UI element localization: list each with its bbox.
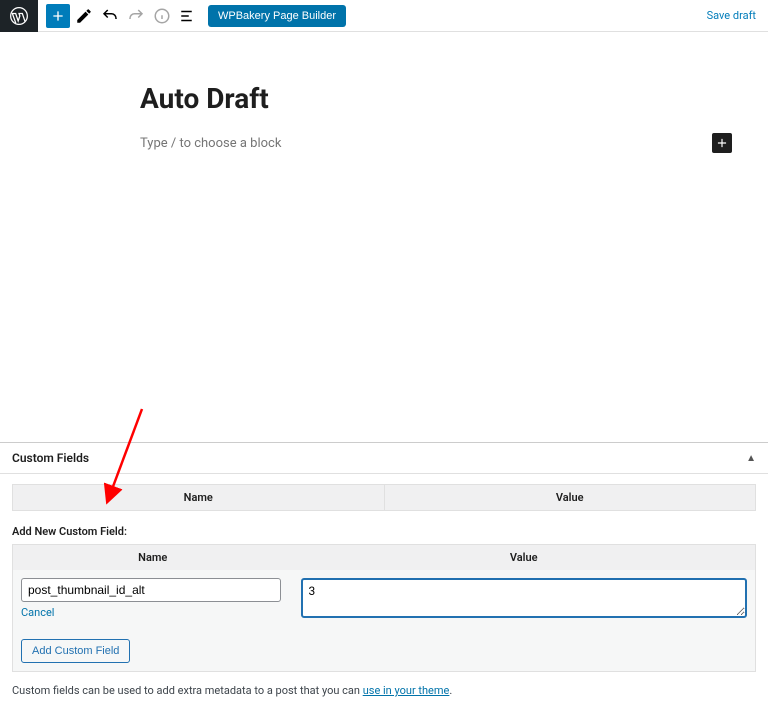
editor-toolbar: WPBakery Page Builder Save draft (0, 0, 768, 32)
custom-fields-footer-text: Custom fields can be used to add extra m… (12, 684, 756, 697)
custom-fields-title: Custom Fields (12, 451, 89, 465)
custom-fields-body: Name Value Add New Custom Field: Name Va… (0, 474, 768, 711)
wpbakery-button[interactable]: WPBakery Page Builder (208, 5, 346, 27)
add-custom-field-button[interactable]: Add Custom Field (21, 639, 130, 663)
add-col-header-name: Name (13, 545, 293, 571)
inline-add-block-button[interactable] (712, 133, 732, 153)
use-in-theme-link[interactable]: use in your theme (363, 684, 450, 697)
col-header-value: Value (384, 485, 756, 511)
cancel-link[interactable]: Cancel (21, 606, 54, 619)
existing-fields-table: Name Value (12, 484, 756, 511)
undo-button[interactable] (98, 4, 122, 28)
custom-field-value-input[interactable]: 3 (301, 578, 748, 618)
col-header-name: Name (13, 485, 385, 511)
outline-button[interactable] (176, 4, 200, 28)
edit-mode-button[interactable] (72, 4, 96, 28)
redo-button[interactable] (124, 4, 148, 28)
add-field-table: Name Value Cancel 3 Add (12, 544, 756, 672)
default-block-row: Type / to choose a block (140, 133, 740, 153)
wordpress-logo-icon[interactable] (0, 0, 38, 32)
custom-field-name-input[interactable] (21, 578, 281, 602)
editor-canvas: Auto Draft Type / to choose a block (0, 32, 768, 442)
save-draft-link[interactable]: Save draft (707, 9, 756, 22)
info-button[interactable] (150, 4, 174, 28)
add-block-button[interactable] (46, 4, 70, 28)
add-new-field-heading: Add New Custom Field: (12, 525, 756, 538)
custom-fields-header[interactable]: Custom Fields ▲ (0, 443, 768, 474)
post-title[interactable]: Auto Draft (140, 82, 740, 115)
panel-toggle-icon[interactable]: ▲ (746, 453, 756, 464)
block-placeholder-text[interactable]: Type / to choose a block (140, 136, 281, 151)
add-col-header-value: Value (293, 545, 756, 571)
custom-fields-panel: Custom Fields ▲ Name Value Add New Custo… (0, 442, 768, 711)
toolbar-buttons: WPBakery Page Builder (38, 4, 346, 28)
